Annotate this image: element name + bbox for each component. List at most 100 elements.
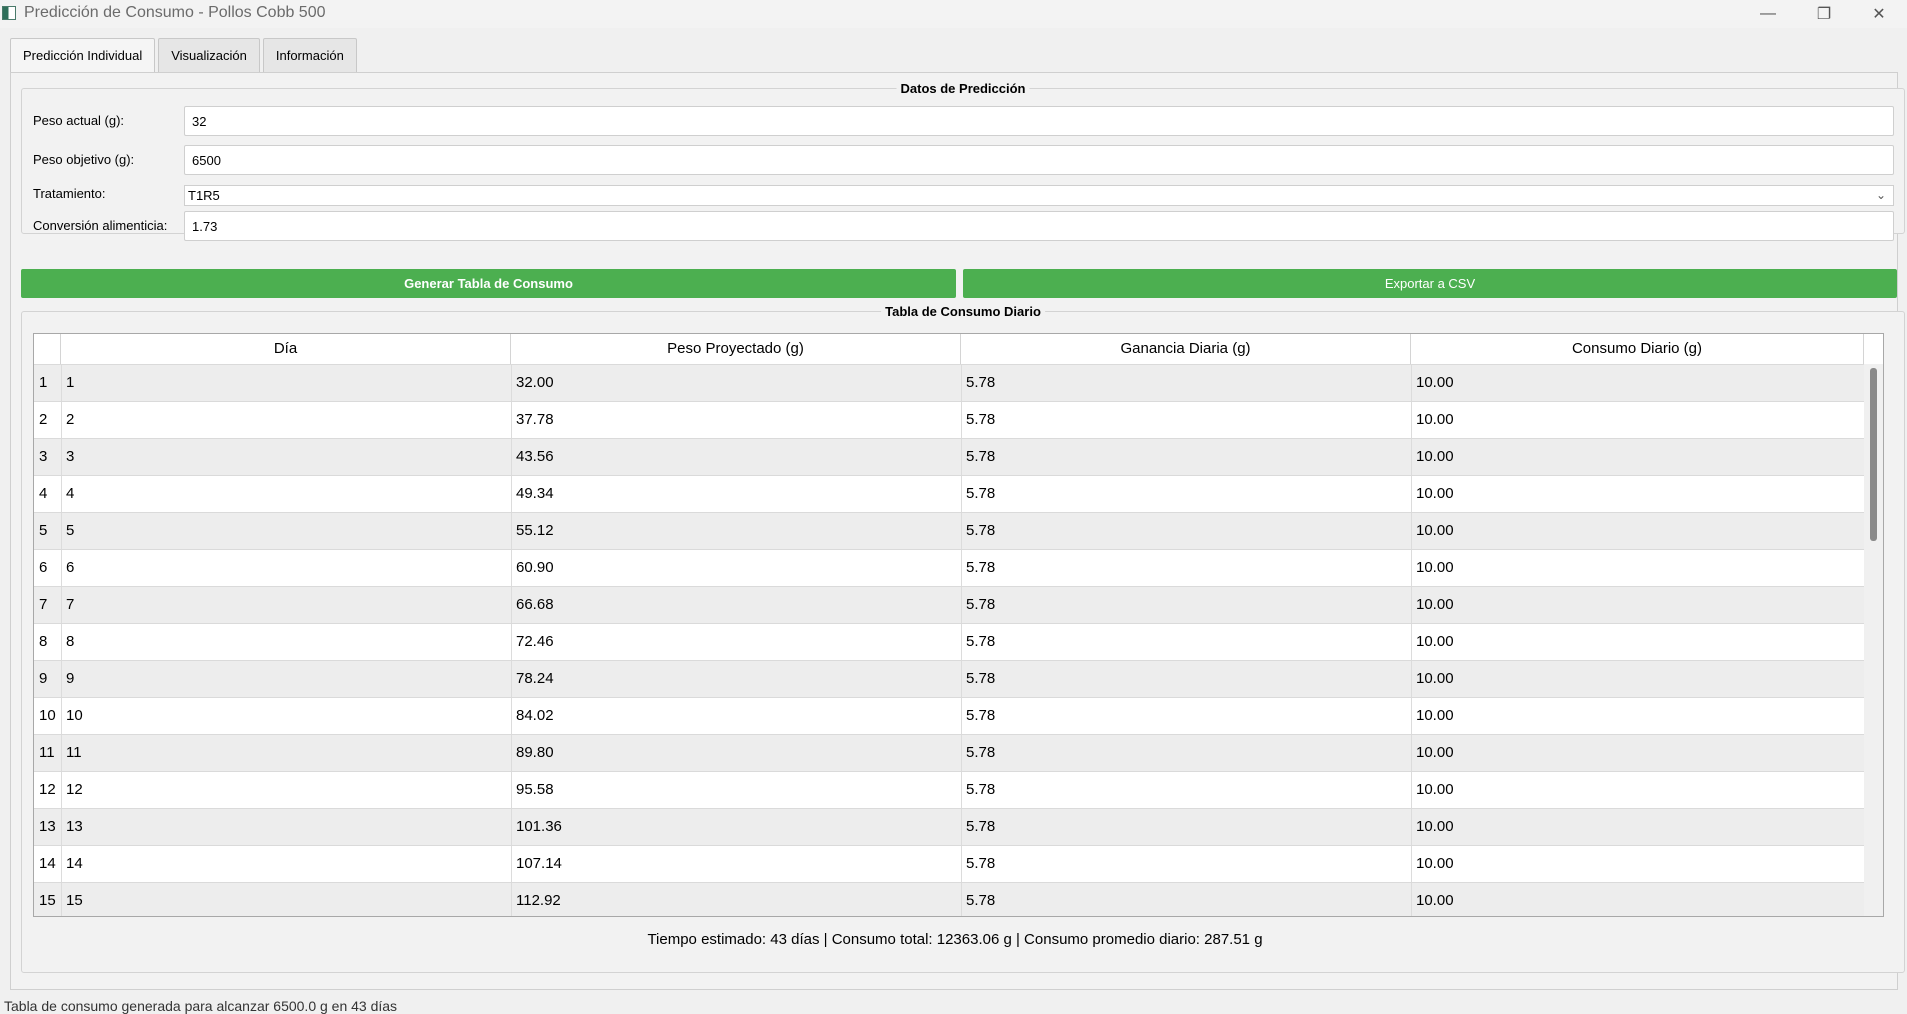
corner-header — [34, 334, 61, 364]
row-number: 9 — [34, 661, 61, 697]
cell-ganancia: 5.78 — [961, 439, 1411, 475]
cell-dia: 6 — [61, 550, 511, 586]
cell-peso: 84.02 — [511, 698, 961, 734]
conversion-label: Conversión alimenticia: — [33, 218, 168, 233]
row-number: 5 — [34, 513, 61, 549]
table-row[interactable]: 3 3 43.56 5.78 10.00 — [34, 438, 1864, 475]
cell-peso: 32.00 — [511, 365, 961, 401]
cell-consumo: 10.00 — [1411, 883, 1864, 916]
group-title: Datos de Predicción — [896, 81, 1030, 96]
cell-peso: 78.24 — [511, 661, 961, 697]
cell-dia: 13 — [61, 809, 511, 845]
table-row[interactable]: 13 13 101.36 5.78 10.00 — [34, 808, 1864, 845]
peso-objetivo-input[interactable]: 6500 — [184, 145, 1894, 175]
chevron-down-icon: ⌄ — [1875, 188, 1887, 202]
table-row[interactable]: 2 2 37.78 5.78 10.00 — [34, 401, 1864, 438]
export-csv-button[interactable]: Exportar a CSV — [963, 269, 1897, 298]
cell-consumo: 10.00 — [1411, 439, 1864, 475]
cell-consumo: 10.00 — [1411, 365, 1864, 401]
cell-ganancia: 5.78 — [961, 809, 1411, 845]
row-number: 12 — [34, 772, 61, 808]
cell-ganancia: 5.78 — [961, 735, 1411, 771]
table-row[interactable]: 8 8 72.46 5.78 10.00 — [34, 623, 1864, 660]
close-button[interactable]: ✕ — [1851, 0, 1907, 28]
table-row[interactable]: 14 14 107.14 5.78 10.00 — [34, 845, 1864, 882]
table-header: Día Peso Proyectado (g) Ganancia Diaria … — [34, 334, 1883, 364]
row-number: 13 — [34, 809, 61, 845]
cell-dia: 5 — [61, 513, 511, 549]
row-number: 6 — [34, 550, 61, 586]
column-header-dia[interactable]: Día — [61, 334, 511, 364]
title-bar: Predicción de Consumo - Pollos Cobb 500 … — [0, 0, 1907, 28]
cell-ganancia: 5.78 — [961, 476, 1411, 512]
tab-visualizacion[interactable]: Visualización — [158, 38, 260, 72]
cell-dia: 1 — [61, 365, 511, 401]
cell-consumo: 10.00 — [1411, 661, 1864, 697]
table-row[interactable]: 12 12 95.58 5.78 10.00 — [34, 771, 1864, 808]
cell-peso: 37.78 — [511, 402, 961, 438]
minimize-icon: — — [1760, 5, 1776, 22]
cell-consumo: 10.00 — [1411, 624, 1864, 660]
consumption-table[interactable]: Día Peso Proyectado (g) Ganancia Diaria … — [33, 333, 1884, 917]
cell-consumo: 10.00 — [1411, 513, 1864, 549]
cell-ganancia: 5.78 — [961, 883, 1411, 916]
cell-peso: 43.56 — [511, 439, 961, 475]
row-number: 2 — [34, 402, 61, 438]
cell-dia: 11 — [61, 735, 511, 771]
tab-panel: Datos de Predicción Peso actual (g): 32 … — [10, 72, 1905, 990]
table-row[interactable]: 6 6 60.90 5.78 10.00 — [34, 549, 1864, 586]
app-icon — [2, 6, 16, 20]
cell-dia: 2 — [61, 402, 511, 438]
cell-consumo: 10.00 — [1411, 698, 1864, 734]
row-number: 10 — [34, 698, 61, 734]
cell-dia: 8 — [61, 624, 511, 660]
cell-consumo: 10.00 — [1411, 846, 1864, 882]
table-row[interactable]: 4 4 49.34 5.78 10.00 — [34, 475, 1864, 512]
table-row[interactable]: 10 10 84.02 5.78 10.00 — [34, 697, 1864, 734]
cell-ganancia: 5.78 — [961, 846, 1411, 882]
cell-peso: 107.14 — [511, 846, 961, 882]
peso-actual-label: Peso actual (g): — [33, 113, 125, 128]
scrollbar-thumb[interactable] — [1870, 368, 1877, 541]
table-row[interactable]: 5 5 55.12 5.78 10.00 — [34, 512, 1864, 549]
table-row[interactable]: 1 1 32.00 5.78 10.00 — [34, 364, 1864, 401]
close-icon: ✕ — [1872, 6, 1886, 23]
table-scrollbar[interactable] — [1864, 364, 1883, 916]
tratamiento-value: T1R5 — [188, 188, 220, 203]
cell-peso: 60.90 — [511, 550, 961, 586]
table-row[interactable]: 9 9 78.24 5.78 10.00 — [34, 660, 1864, 697]
generate-table-button[interactable]: Generar Tabla de Consumo — [21, 269, 956, 298]
minimize-button[interactable]: — — [1740, 0, 1796, 28]
cell-dia: 10 — [61, 698, 511, 734]
column-header-peso[interactable]: Peso Proyectado (g) — [511, 334, 961, 364]
cell-ganancia: 5.78 — [961, 661, 1411, 697]
cell-dia: 4 — [61, 476, 511, 512]
cell-dia: 3 — [61, 439, 511, 475]
prediction-data-group: Datos de Predicción Peso actual (g): 32 … — [21, 81, 1905, 241]
column-header-consumo[interactable]: Consumo Diario (g) — [1411, 334, 1864, 364]
cell-ganancia: 5.78 — [961, 698, 1411, 734]
restore-button[interactable]: ❐ — [1796, 0, 1852, 28]
tab-prediccion-individual[interactable]: Predicción Individual — [10, 38, 156, 73]
conversion-input[interactable]: 1.73 — [184, 211, 1894, 241]
cell-ganancia: 5.78 — [961, 587, 1411, 623]
row-number: 11 — [34, 735, 61, 771]
cell-peso: 49.34 — [511, 476, 961, 512]
table-row[interactable]: 7 7 66.68 5.78 10.00 — [34, 586, 1864, 623]
cell-peso: 72.46 — [511, 624, 961, 660]
tab-bar: Predicción Individual Visualización Info… — [10, 38, 360, 73]
tab-informacion[interactable]: Información — [262, 38, 357, 72]
cell-ganancia: 5.78 — [961, 513, 1411, 549]
peso-objetivo-label: Peso objetivo (g): — [33, 152, 135, 167]
tratamiento-select[interactable]: T1R5 ⌄ — [184, 185, 1894, 206]
status-bar: Tabla de consumo generada para alcanzar … — [4, 998, 398, 1014]
cell-peso: 95.58 — [511, 772, 961, 808]
cell-ganancia: 5.78 — [961, 402, 1411, 438]
peso-actual-input[interactable]: 32 — [184, 106, 1894, 136]
cell-peso: 89.80 — [511, 735, 961, 771]
cell-peso: 112.92 — [511, 883, 961, 916]
cell-consumo: 10.00 — [1411, 772, 1864, 808]
column-header-ganancia[interactable]: Ganancia Diaria (g) — [961, 334, 1411, 364]
table-row[interactable]: 11 11 89.80 5.78 10.00 — [34, 734, 1864, 771]
table-row[interactable]: 15 15 112.92 5.78 10.00 — [34, 882, 1864, 916]
